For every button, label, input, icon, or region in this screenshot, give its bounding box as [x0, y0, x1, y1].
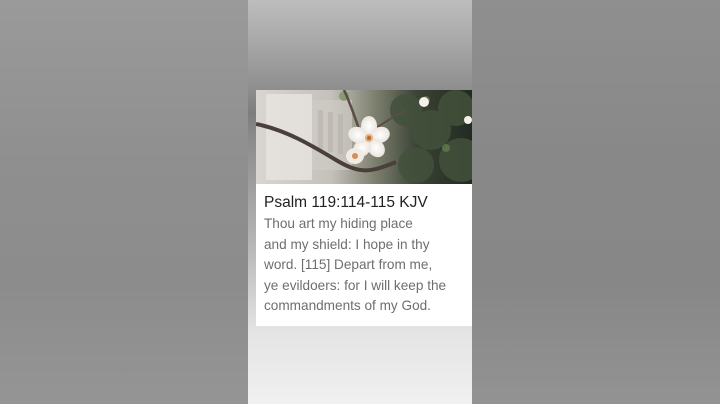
blossom-photo	[256, 90, 472, 184]
verse-reference: Psalm 119:114-115 KJV	[264, 194, 428, 211]
verse-line: ye evildoers: for I will keep the	[264, 277, 447, 293]
verse-text: Thou art my hiding place and my shield: …	[264, 214, 470, 317]
verse-line: word. [115] Depart from me,	[264, 257, 433, 273]
verse-card: Psalm 119:114-115 KJV Thou art my hiding…	[256, 90, 472, 326]
left-blur-backdrop	[0, 0, 248, 404]
blossom-image	[256, 90, 472, 184]
verse-line: Thou art my hiding place	[264, 216, 413, 231]
right-blur-backdrop	[472, 0, 720, 404]
verse-line: and my shield: I hope in thy	[264, 236, 430, 252]
verse-line: commandments of my God.	[264, 298, 431, 314]
phone-screen: Psalm 119:114-115 KJV Thou art my hiding…	[248, 0, 472, 404]
